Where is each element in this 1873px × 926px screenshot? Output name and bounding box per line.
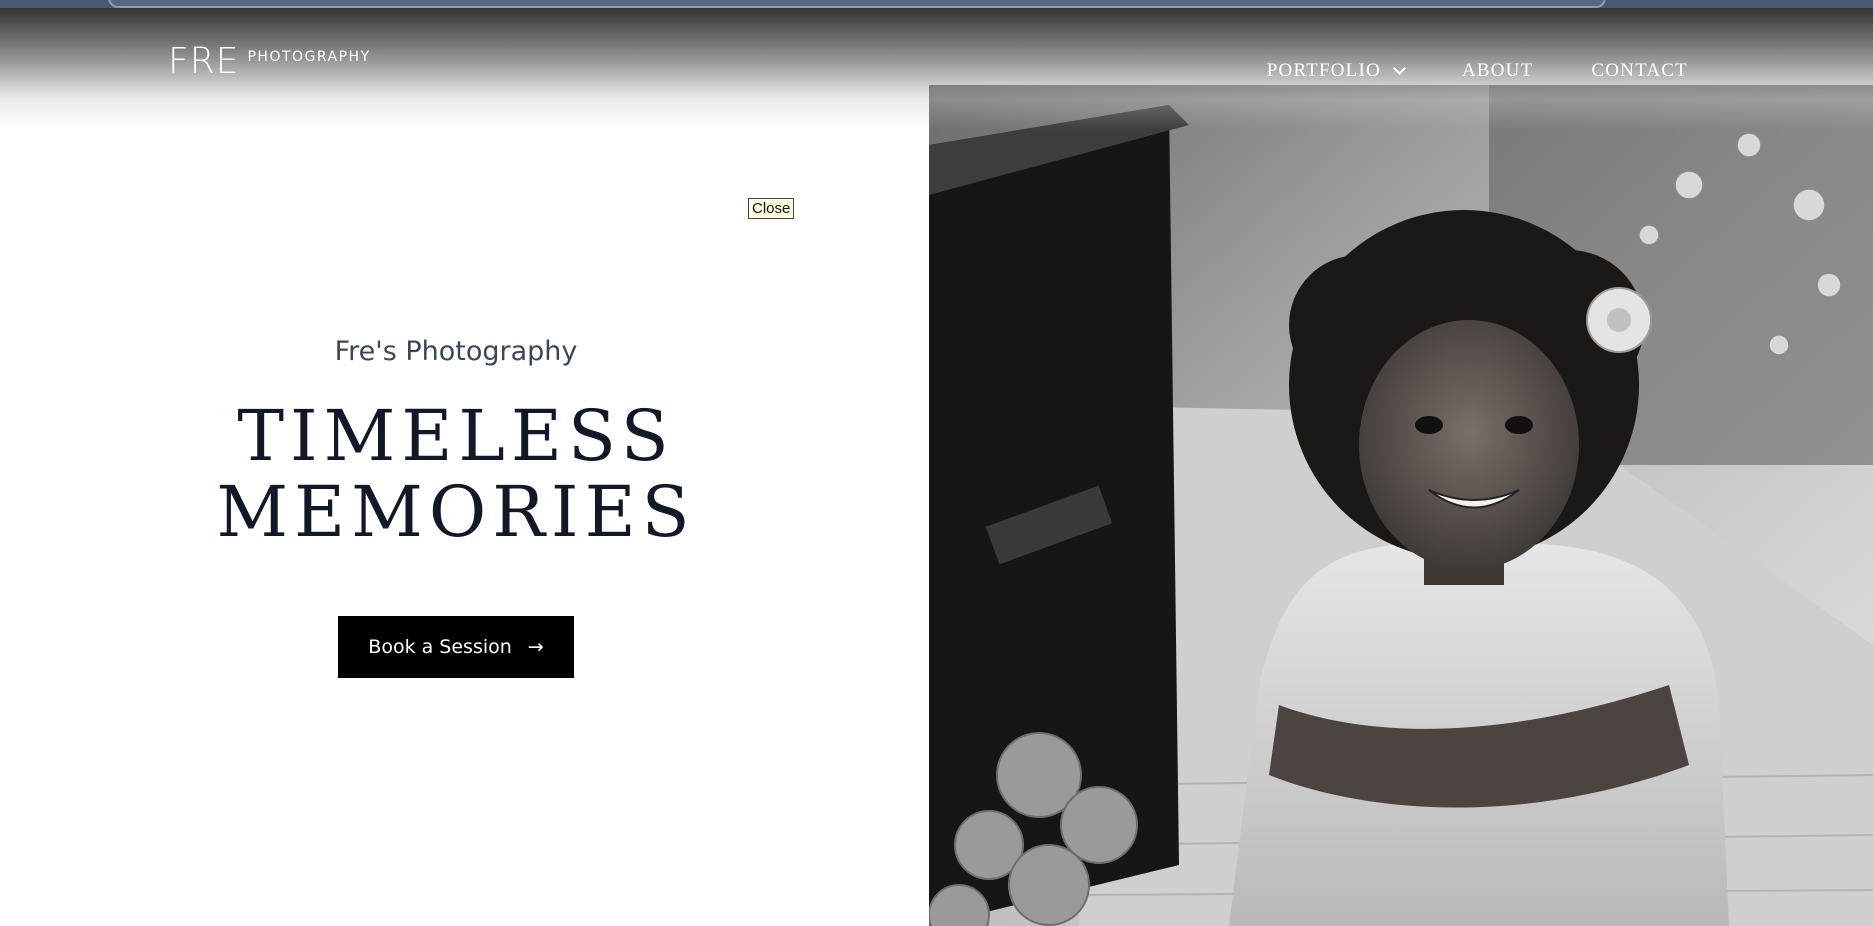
nav-item-label: ABOUT <box>1461 60 1534 81</box>
nav-item-label: PORTFOLIO <box>1266 60 1381 81</box>
hero-headline: TIMELESS MEMORIES <box>0 398 912 550</box>
book-session-button[interactable]: Book a Session → <box>338 616 574 678</box>
close-button[interactable]: Close <box>748 198 795 219</box>
hero-tagline: Fre's Photography <box>334 336 578 367</box>
main-nav: PORTFOLIO ABOUT CONTACT <box>1267 60 1688 82</box>
nav-item-label: CONTACT <box>1591 60 1688 81</box>
book-session-label: Book a Session <box>368 636 512 658</box>
nav-item-portfolio[interactable]: PORTFOLIO <box>1266 60 1406 82</box>
logo-wordmark: FRE <box>168 41 240 82</box>
address-bar[interactable] <box>108 0 1606 8</box>
nav-item-contact[interactable]: CONTACT <box>1591 60 1688 82</box>
site-logo[interactable]: FRE PHOTOGRAPHY <box>168 44 371 80</box>
chevron-down-icon <box>1393 61 1406 75</box>
browser-address-strip <box>0 0 1873 8</box>
page: FRE PHOTOGRAPHY PORTFOLIO ABOUT CONTACT … <box>0 0 1873 926</box>
hero-photo <box>929 85 1873 926</box>
arrow-right-icon: → <box>527 636 544 658</box>
headline-line-2: MEMORIES <box>216 471 696 553</box>
nav-item-about[interactable]: ABOUT <box>1462 60 1533 82</box>
headline-line-1: TIMELESS <box>237 395 675 477</box>
logo-subtitle: PHOTOGRAPHY <box>247 49 371 65</box>
